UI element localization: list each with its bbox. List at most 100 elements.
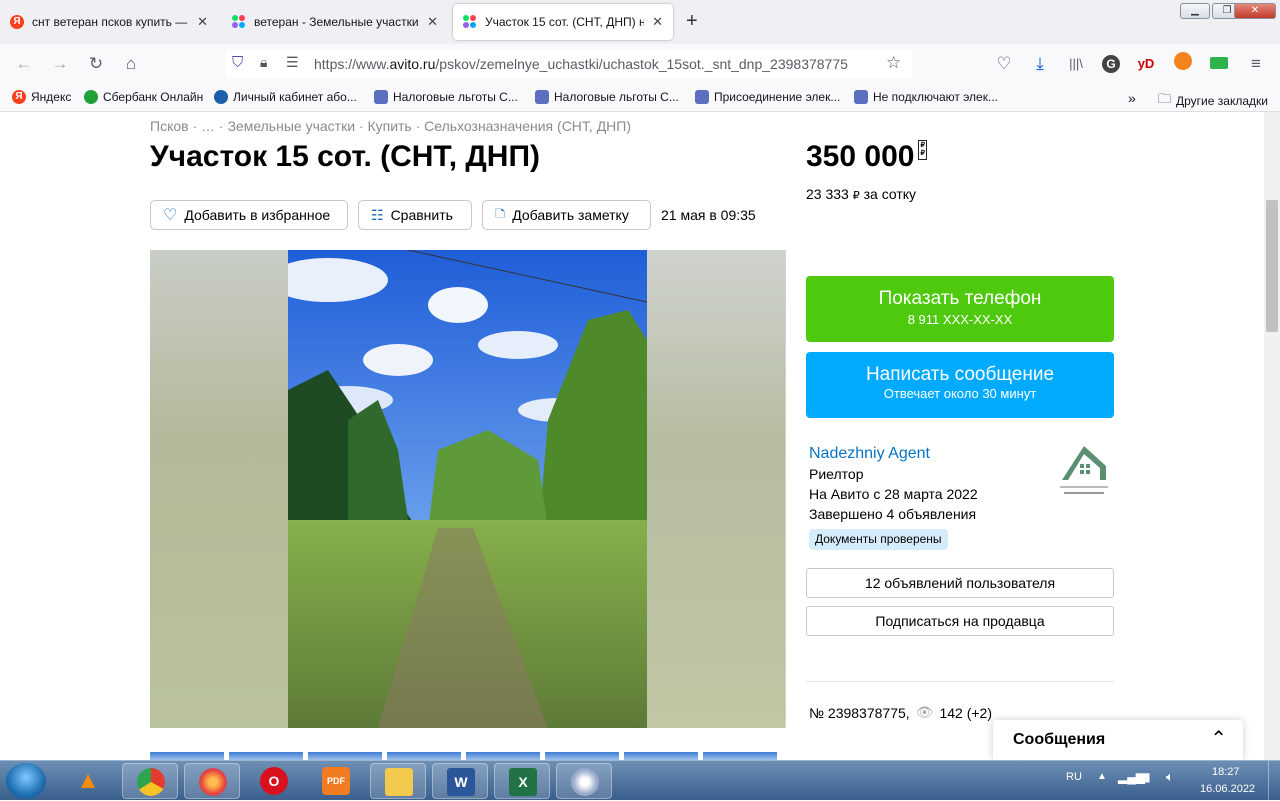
lock-icon[interactable]: 🔒︎ <box>260 54 267 71</box>
other-bookmarks[interactable]: 🗀 Другие закладки <box>1158 90 1268 112</box>
paint-taskbar[interactable] <box>556 763 612 799</box>
show-phone-button[interactable]: Показать телефон 8 911 XXX-XX-XX <box>806 276 1114 342</box>
tab-label: ветеран - Земельные участки <box>254 15 419 29</box>
explorer-taskbar[interactable] <box>370 763 426 799</box>
photo-gallery[interactable] <box>150 250 786 728</box>
add-note-button[interactable]: 🗅 Добавить заметку <box>482 200 651 230</box>
back-icon[interactable]: ← <box>12 52 36 76</box>
write-message-button[interactable]: Написать сообщение Отвечает около 30 мин… <box>806 352 1114 418</box>
user-ads-button[interactable]: 12 объявлений пользователя <box>806 568 1114 598</box>
url-path: /pskov/zemelnye_uchastki/uchastok_15sot.… <box>435 56 848 72</box>
download-icon[interactable]: ⤓ <box>1028 52 1052 76</box>
note-icon: 🗅 <box>495 205 506 221</box>
messages-panel[interactable]: Сообщения ⌃ <box>993 720 1243 760</box>
minimize-button[interactable]: ▁ <box>1180 3 1210 19</box>
show-desktop-button[interactable] <box>1268 761 1280 801</box>
pdf-reader-taskbar[interactable]: PDF <box>308 763 364 799</box>
new-tab-button[interactable]: + <box>686 10 698 33</box>
home-icon[interactable]: ⌂ <box>119 52 143 76</box>
ruble-icon: ₽ <box>852 190 860 202</box>
close-icon[interactable]: ✕ <box>652 14 663 30</box>
excel-taskbar[interactable]: X <box>494 763 550 799</box>
bookmark-no-connection[interactable]: Не подключают элек... <box>854 90 998 104</box>
page-content: Псков · … · Земельные участки · Купить ·… <box>0 112 1264 760</box>
tab-label: снт ветеран псков купить — Ян <box>32 15 190 29</box>
thumbnail[interactable] <box>387 752 461 760</box>
price: 350 000 ₽ ₽ <box>806 140 927 174</box>
thumbnail[interactable] <box>466 752 540 760</box>
page-title: Участок 15 сот. (СНТ, ДНП) <box>150 140 541 173</box>
signal-icon[interactable]: ▂▄▆ <box>1118 770 1145 784</box>
subscribe-seller-button[interactable]: Подписаться на продавца <box>806 606 1114 636</box>
firefox-taskbar[interactable] <box>184 763 240 799</box>
phone-mask: 8 911 XXX-XX-XX <box>907 312 1013 327</box>
start-button[interactable] <box>6 763 46 799</box>
reload-icon[interactable]: ↻ <box>84 52 108 76</box>
seller-since: На Авито с 28 марта 2022 <box>809 486 978 502</box>
clock-date[interactable]: 16.06.2022 <box>1200 783 1255 795</box>
bookmark-label: Яндекс <box>31 90 72 104</box>
volume-icon[interactable]: 🔈︎ <box>1166 769 1174 785</box>
battery-icon[interactable]: ▮ <box>1144 770 1151 784</box>
clock-time[interactable]: 18:27 <box>1212 766 1240 778</box>
breadcrumb[interactable]: Псков · … · Земельные участки · Купить ·… <box>150 118 631 134</box>
bookmark-yandex[interactable]: Я Яндекс <box>12 90 71 104</box>
rss-icon[interactable] <box>1174 52 1192 70</box>
tab-yandex-search[interactable]: Я снт ветеран псков купить — Ян ✕ <box>0 4 218 40</box>
close-icon[interactable]: ✕ <box>427 14 438 30</box>
show-phone-label: Показать телефон <box>878 288 1042 309</box>
seller-completed: Завершено 4 объявления <box>809 506 977 522</box>
thumbnail[interactable] <box>308 752 382 760</box>
thumbnail[interactable] <box>545 752 619 760</box>
word-taskbar[interactable]: W <box>432 763 488 799</box>
bookmark-sberbank[interactable]: Сбербанк Онлайн <box>84 90 203 104</box>
bookmark-connection[interactable]: Присоединение элек... <box>695 90 840 104</box>
bookmarks-overflow-icon[interactable]: » <box>1128 90 1136 106</box>
yandex-disk-icon[interactable]: yD <box>1134 52 1158 76</box>
tab-avito-search[interactable]: ветеран - Земельные участки ✕ <box>222 4 448 40</box>
library-icon[interactable]: |||\ <box>1064 52 1088 76</box>
compare-button[interactable]: ☷ Сравнить <box>358 200 472 230</box>
address-bar[interactable]: ⛉ 🔒︎ ☰ https://www.avito.ru/pskov/zemeln… <box>226 49 912 79</box>
bookmark-tax-1[interactable]: Налоговые льготы С... <box>374 90 518 104</box>
paint-icon <box>571 768 599 796</box>
extension-icon[interactable] <box>1210 57 1228 69</box>
compare-icon: ☷ <box>371 206 384 223</box>
forward-icon[interactable]: → <box>48 52 72 76</box>
permissions-icon[interactable]: ☰ <box>286 54 299 71</box>
vlc-taskbar[interactable]: ▲ <box>60 763 116 799</box>
listing-photo[interactable] <box>288 250 647 728</box>
gallery-blur-left <box>150 250 288 728</box>
language-indicator[interactable]: RU <box>1066 771 1082 783</box>
seller-logo[interactable] <box>1054 444 1114 500</box>
tab-label: Участок 15 сот. (СНТ, ДНП) на <box>485 15 645 29</box>
chrome-icon <box>137 768 165 796</box>
seller-info: Nadezhniy Agent Риелтор На Авито с 28 ма… <box>809 444 978 524</box>
close-icon[interactable]: ✕ <box>197 14 208 30</box>
url-domain: avito.ru <box>389 56 436 72</box>
tray-expand-icon[interactable]: ▲ <box>1097 771 1107 782</box>
tab-avito-listing[interactable]: Участок 15 сот. (СНТ, ДНП) на ✕ <box>453 4 673 40</box>
g-extension-icon[interactable]: G <box>1102 55 1120 73</box>
window-close-button[interactable]: ✕ <box>1234 3 1276 19</box>
bookmark-star-icon[interactable]: ☆ <box>886 53 901 73</box>
bookmark-cabinet[interactable]: Личный кабинет або... <box>214 90 357 104</box>
thumbnail[interactable] <box>229 752 303 760</box>
thumbnail[interactable] <box>624 752 698 760</box>
emblem-icon <box>374 90 388 104</box>
thumbnail[interactable] <box>150 752 224 760</box>
bookmark-label: Присоединение элек... <box>714 90 841 104</box>
seller-name[interactable]: Nadezhniy Agent <box>809 444 978 464</box>
url-text[interactable]: https://www.avito.ru/pskov/zemelnye_ucha… <box>314 56 848 72</box>
opera-taskbar[interactable]: O <box>246 763 302 799</box>
add-favorite-button[interactable]: ♡ Добавить в избранное <box>150 200 348 230</box>
pdf-icon: PDF <box>322 767 350 795</box>
pocket-icon[interactable]: ♡ <box>992 52 1016 76</box>
shield-icon[interactable]: ⛉ <box>232 54 243 71</box>
chrome-taskbar[interactable] <box>122 763 178 799</box>
scrollbar-thumb[interactable] <box>1266 200 1278 332</box>
bookmark-tax-2[interactable]: Налоговые льготы С... <box>535 90 679 104</box>
chevron-up-icon[interactable]: ⌃ <box>1210 726 1227 751</box>
menu-icon[interactable]: ≡ <box>1244 52 1268 76</box>
thumbnail[interactable] <box>703 752 777 760</box>
